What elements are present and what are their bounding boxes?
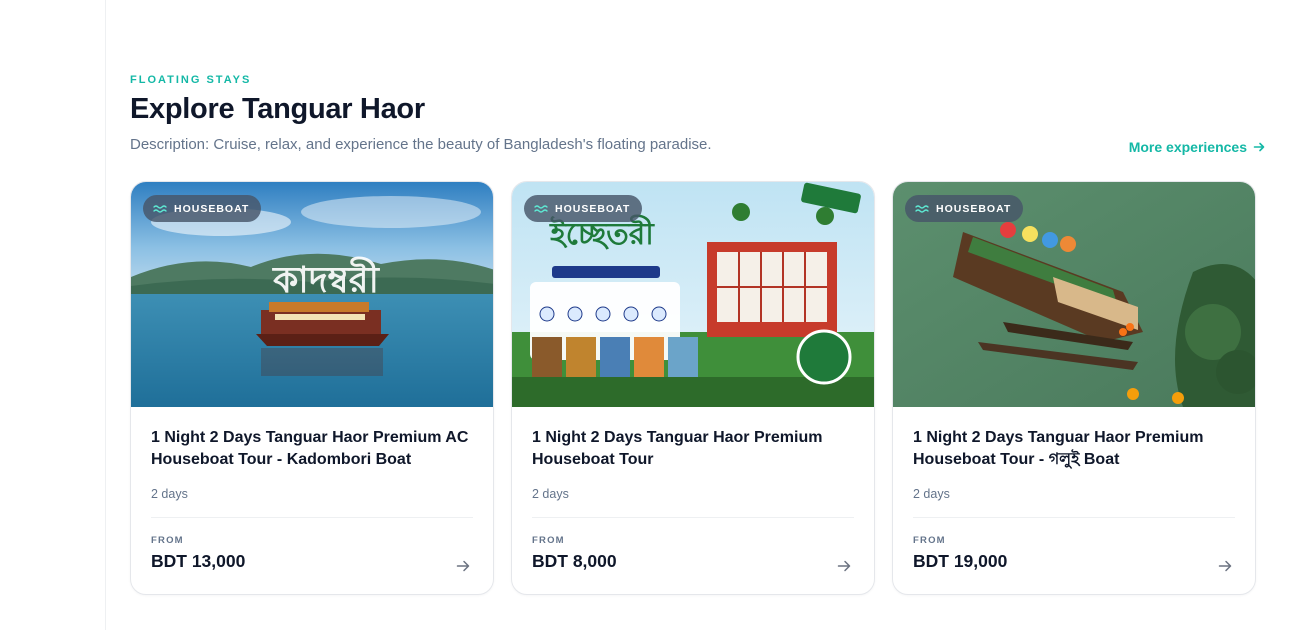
badge-label: HOUSEBOAT	[936, 202, 1012, 215]
tour-card-image: HOUSEBOAT	[893, 182, 1255, 407]
arrow-right-icon[interactable]	[1217, 558, 1233, 574]
floating-stays-section: FLOATING STAYS Explore Tanguar Haor Desc…	[130, 0, 1270, 630]
tour-duration: 2 days	[532, 487, 569, 501]
card-divider	[913, 517, 1235, 518]
waves-icon	[534, 204, 548, 213]
tour-card-title[interactable]: 1 Night 2 Days Tanguar Haor Premium AC H…	[151, 427, 473, 471]
section-description: Description: Cruise, relax, and experien…	[130, 136, 712, 153]
section-title: Explore Tanguar Haor	[130, 93, 425, 125]
tour-card[interactable]: ইচ্ছেতরী HOUSEBOAT 1 Night 2 Days Tangua…	[511, 181, 875, 595]
more-experiences-label: More experiences	[1128, 139, 1247, 155]
section-eyebrow: FLOATING STAYS	[130, 74, 252, 86]
tour-card-title[interactable]: 1 Night 2 Days Tanguar Haor Premium Hous…	[913, 427, 1235, 471]
tour-card-list: কাদম্বরী HOUSEBOAT 1 Night 2 Days Tangua…	[130, 181, 1256, 595]
price-from-label: FROM	[151, 535, 184, 546]
tour-card[interactable]: HOUSEBOAT 1 Night 2 Days Tanguar Haor Pr…	[892, 181, 1256, 595]
tour-duration: 2 days	[913, 487, 950, 501]
badge-label: HOUSEBOAT	[174, 202, 250, 215]
tour-price: BDT 13,000	[151, 551, 246, 571]
boat-name-overlay: কাদম্বরী	[271, 256, 381, 301]
houseboat-badge: HOUSEBOAT	[524, 195, 643, 222]
arrow-right-icon	[1253, 142, 1265, 152]
tour-card-image: ইচ্ছেতরী HOUSEBOAT	[512, 182, 874, 407]
houseboat-badge: HOUSEBOAT	[905, 195, 1024, 222]
tour-card-title[interactable]: 1 Night 2 Days Tanguar Haor Premium Hous…	[532, 427, 854, 471]
tour-card[interactable]: কাদম্বরী HOUSEBOAT 1 Night 2 Days Tangua…	[130, 181, 494, 595]
arrow-right-icon[interactable]	[836, 558, 852, 574]
left-rail	[0, 0, 106, 630]
arrow-right-icon[interactable]	[455, 558, 471, 574]
card-divider	[532, 517, 854, 518]
houseboat-badge: HOUSEBOAT	[143, 195, 262, 222]
waves-icon	[153, 204, 167, 213]
tour-duration: 2 days	[151, 487, 188, 501]
tour-price: BDT 19,000	[913, 551, 1008, 571]
waves-icon	[915, 204, 929, 213]
price-from-label: FROM	[532, 535, 565, 546]
more-experiences-link[interactable]: More experiences	[1129, 139, 1265, 155]
badge-label: HOUSEBOAT	[555, 202, 631, 215]
card-divider	[151, 517, 473, 518]
price-from-label: FROM	[913, 535, 946, 546]
tour-card-image: কাদম্বরী HOUSEBOAT	[131, 182, 493, 407]
tour-price: BDT 8,000	[532, 551, 617, 571]
